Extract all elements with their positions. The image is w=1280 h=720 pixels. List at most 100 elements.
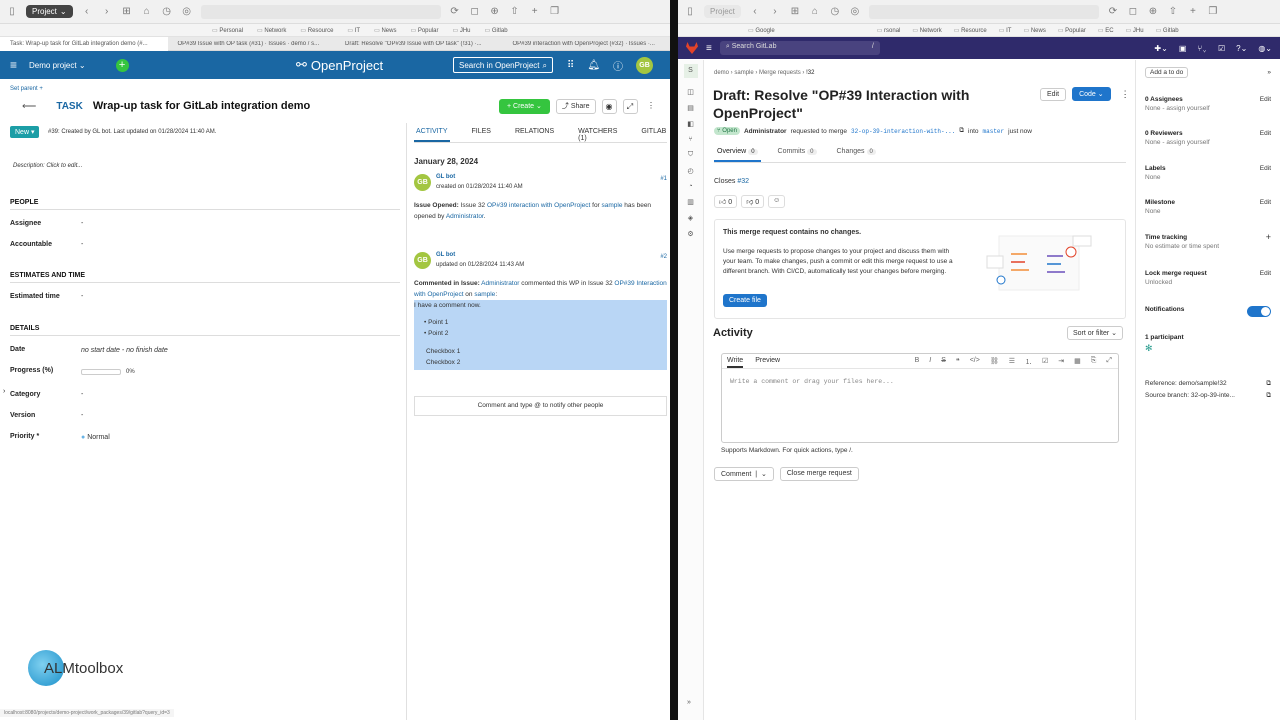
- copy-icon[interactable]: ⧉: [959, 127, 964, 135]
- breadcrumb-item[interactable]: !32: [806, 70, 814, 76]
- thumbsdown-button[interactable]: 👎︎ 0: [741, 195, 765, 208]
- issue-link[interactable]: #32: [737, 178, 749, 185]
- activity-number[interactable]: #1: [660, 176, 667, 182]
- bookmark-item[interactable]: News: [1023, 27, 1046, 34]
- edit-milestone-link[interactable]: Edit: [1260, 199, 1271, 206]
- work-package-subject[interactable]: Wrap-up task for GitLab integration demo: [93, 100, 310, 112]
- target-branch-link[interactable]: master: [983, 128, 1005, 135]
- numbered-list-icon[interactable]: ⒈: [1025, 357, 1032, 367]
- sort-filter-dropdown[interactable]: Sort or filter ⌄: [1067, 326, 1123, 340]
- bookmark-item[interactable]: EC: [1098, 27, 1113, 34]
- search-input[interactable]: Search in OpenProject ⌕: [453, 57, 553, 73]
- close-merge-request-button[interactable]: Close merge request: [779, 467, 859, 481]
- pin-icon[interactable]: ◫: [678, 88, 703, 96]
- project-tab-group[interactable]: Project: [704, 5, 741, 18]
- project-tab-group[interactable]: Project ⌄: [26, 5, 73, 18]
- tab-overview[interactable]: Overview 0: [714, 145, 761, 162]
- project-avatar-icon[interactable]: S: [683, 64, 698, 78]
- bookmark-item[interactable]: JHu: [453, 27, 471, 34]
- collapse-sidebar-icon[interactable]: »: [687, 699, 691, 706]
- bullet-list-icon[interactable]: ☰: [1009, 357, 1015, 367]
- bookmark-item[interactable]: rsonal: [877, 27, 900, 34]
- accountable-value[interactable]: -: [81, 241, 83, 248]
- link-icon[interactable]: ⛓: [990, 357, 999, 367]
- home-icon[interactable]: ⌂: [141, 6, 153, 17]
- merge-requests-icon[interactable]: ⑂⌄: [1197, 44, 1207, 53]
- history-icon[interactable]: ◷: [829, 6, 841, 17]
- chevron-right-icon[interactable]: ›: [3, 388, 5, 395]
- create-button[interactable]: + Create ⌄: [499, 99, 550, 114]
- breadcrumb-item[interactable]: Merge requests: [759, 70, 801, 76]
- tab-activity[interactable]: ACTIVITY: [414, 125, 450, 142]
- quick-add-button[interactable]: +: [115, 58, 129, 72]
- bookmark-item[interactable]: News: [374, 27, 396, 34]
- share-button[interactable]: ⤴ Share: [555, 99, 596, 114]
- strikethrough-icon[interactable]: S: [941, 357, 946, 367]
- comment-button[interactable]: Comment | ⌄: [714, 467, 774, 481]
- share-icon[interactable]: ⇧: [509, 6, 521, 17]
- secure-icon[interactable]: ⛉: [678, 151, 703, 159]
- notification-bell-icon[interactable]: 🔔︎: [587, 60, 600, 71]
- add-reaction-button[interactable]: ☺: [768, 195, 786, 208]
- edit-labels-link[interactable]: Edit: [1260, 165, 1271, 172]
- analytics-icon[interactable]: ◈: [678, 214, 703, 222]
- bookmark-item[interactable]: Resource: [954, 27, 987, 34]
- bookmark-item[interactable]: IT: [999, 27, 1011, 34]
- browser-tab[interactable]: OP#39 Issue with OP task (#31) · Issues …: [168, 41, 336, 47]
- translate-icon[interactable]: ⟳: [449, 6, 461, 17]
- tab-write[interactable]: Write: [727, 357, 744, 368]
- activity-number[interactable]: #2: [660, 254, 667, 260]
- bookmark-item[interactable]: Gitlab: [485, 27, 508, 34]
- avatar[interactable]: ◍⌄: [1258, 44, 1272, 53]
- code-icon[interactable]: </>: [970, 357, 980, 367]
- help-icon[interactable]: ⓘ: [613, 58, 623, 73]
- attach-icon[interactable]: ⎘: [1091, 357, 1097, 367]
- assignees-value[interactable]: None - assign yourself: [1145, 105, 1271, 112]
- download-icon[interactable]: ⊕: [1147, 6, 1159, 17]
- copy-reference-icon[interactable]: ⧉: [1266, 380, 1271, 388]
- openproject-logo[interactable]: ⚯ OpenProject: [296, 57, 383, 73]
- collapse-sidebar-icon[interactable]: »: [1267, 69, 1271, 76]
- task-list-icon[interactable]: ☑: [1042, 357, 1048, 367]
- extension-icon[interactable]: ◎: [849, 6, 861, 17]
- user-link[interactable]: Administrator: [480, 280, 519, 287]
- fullscreen-icon[interactable]: ⤢: [1106, 357, 1112, 367]
- source-branch-link[interactable]: 32-op-39-interaction-with-...: [851, 128, 955, 135]
- bookmark-item[interactable]: Popular: [410, 27, 439, 34]
- work-package-type[interactable]: TASK: [56, 101, 82, 112]
- tab-watchers[interactable]: WATCHERS (1): [576, 125, 619, 142]
- sidebar-toggle-icon[interactable]: ▯: [684, 6, 696, 17]
- breadcrumb-item[interactable]: sample: [734, 70, 753, 76]
- project-selector[interactable]: Demo project: [29, 61, 77, 70]
- browser-tab[interactable]: Task: Wrap-up task for GitLab integratio…: [0, 36, 168, 51]
- italic-icon[interactable]: I: [929, 357, 931, 367]
- bookmark-item[interactable]: Network: [912, 27, 942, 34]
- plan-icon[interactable]: ▤: [678, 104, 703, 112]
- todo-icon[interactable]: ☑: [1218, 44, 1225, 53]
- browser-tab[interactable]: OP#39 interaction with OpenProject (#32)…: [503, 41, 671, 47]
- address-bar[interactable]: [200, 4, 441, 19]
- tab-commits[interactable]: Commits 0: [775, 145, 820, 162]
- share-icon[interactable]: ⇧: [1167, 6, 1179, 17]
- package-icon[interactable]: ▥: [678, 198, 703, 206]
- sidebar-menu-icon[interactable]: ≡: [706, 43, 712, 54]
- progress-bar[interactable]: [81, 369, 121, 375]
- add-todo-button[interactable]: Add a to do: [1145, 67, 1189, 78]
- code-dropdown-button[interactable]: Code ⌄: [1072, 87, 1111, 101]
- search-input[interactable]: ⌕ Search GitLab /: [719, 41, 880, 55]
- fullscreen-button[interactable]: ⤢: [622, 99, 638, 114]
- set-parent-link[interactable]: Set parent +: [10, 86, 43, 92]
- tab-changes[interactable]: Changes 0: [834, 145, 879, 162]
- thumbsup-button[interactable]: 👍︎ 0: [714, 195, 738, 208]
- project-link[interactable]: sample: [474, 291, 495, 298]
- tab-files[interactable]: FILES: [470, 125, 493, 142]
- grid-icon[interactable]: ⊞: [121, 6, 133, 17]
- bookmark-item[interactable]: JHu: [1126, 27, 1144, 34]
- operate-icon[interactable]: ◔: [678, 183, 703, 190]
- assignee-value[interactable]: -: [81, 220, 83, 227]
- new-tab-icon[interactable]: +: [529, 6, 541, 17]
- forward-icon[interactable]: ›: [101, 6, 113, 17]
- download-icon[interactable]: ⊕: [489, 6, 501, 17]
- author-link[interactable]: Administrator: [744, 128, 787, 135]
- sidebar-toggle-icon[interactable]: ▯: [6, 6, 18, 17]
